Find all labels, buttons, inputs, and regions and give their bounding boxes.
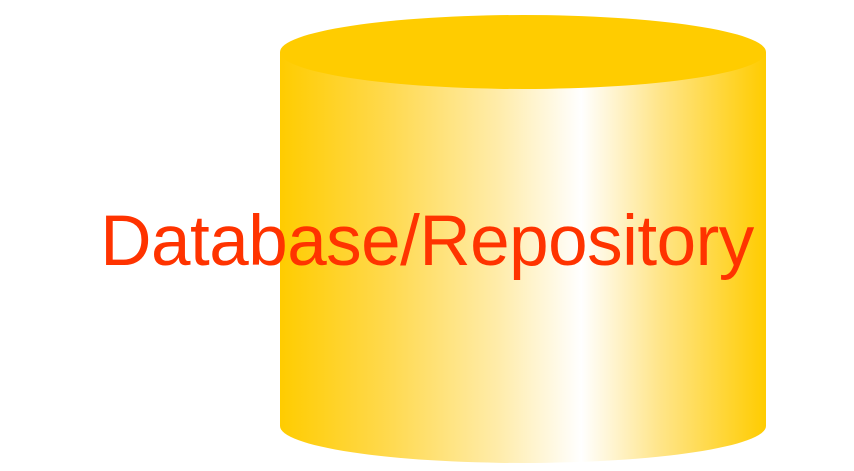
database-label: Database/Repository (100, 202, 754, 281)
cylinder-bottom (280, 389, 766, 463)
cylinder-top (280, 15, 766, 89)
